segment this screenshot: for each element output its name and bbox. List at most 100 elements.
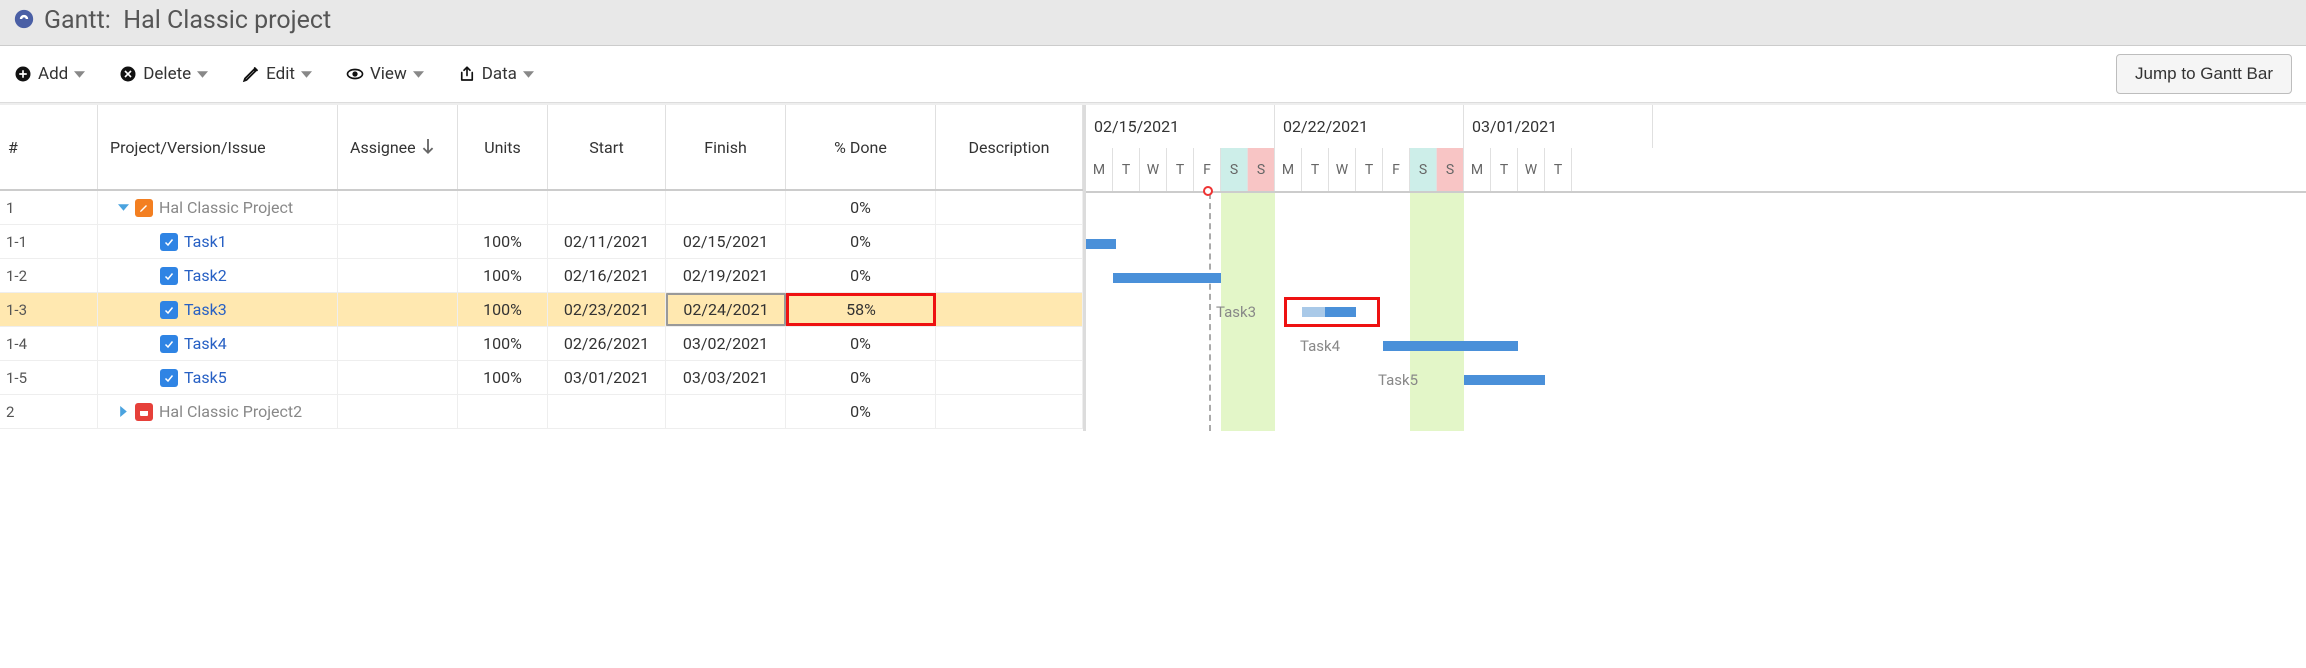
- page-title: Gantt: Hal Classic project: [44, 6, 331, 35]
- grid-row[interactable]: 1-1Task1100%02/11/202102/15/20210%: [0, 225, 1083, 259]
- row-units: 100%: [458, 327, 548, 360]
- caret-down-icon: [413, 69, 424, 80]
- row-done[interactable]: 0%: [786, 395, 936, 428]
- task-check-icon: [160, 233, 178, 251]
- col-header-units[interactable]: Units: [458, 105, 548, 189]
- row-done[interactable]: 0%: [786, 361, 936, 394]
- row-assignee: [338, 395, 458, 428]
- timeline-day: T: [1167, 148, 1194, 191]
- col-header-num[interactable]: #: [0, 105, 98, 189]
- chevron-down-icon[interactable]: [118, 202, 129, 213]
- row-finish[interactable]: 02/19/2021: [666, 259, 786, 292]
- title-prefix: Gantt:: [44, 6, 111, 35]
- row-start: [548, 395, 666, 428]
- row-finish[interactable]: 03/02/2021: [666, 327, 786, 360]
- grid-row[interactable]: 1-5Task5100%03/01/202103/03/20210%: [0, 361, 1083, 395]
- row-units: 100%: [458, 259, 548, 292]
- gantt-bar-label: Task4: [1300, 337, 1340, 355]
- row-finish[interactable]: 02/24/2021: [666, 293, 786, 326]
- timeline-day: T: [1545, 148, 1572, 191]
- edit-label: Edit: [266, 64, 295, 84]
- col-header-finish[interactable]: Finish: [666, 105, 786, 189]
- row-units: [458, 191, 548, 224]
- row-name-cell: Task5: [98, 361, 338, 394]
- row-finish[interactable]: 03/03/2021: [666, 361, 786, 394]
- timeline-day: S: [1221, 148, 1248, 191]
- grid-row[interactable]: 1-4Task4100%02/26/202103/02/20210%: [0, 327, 1083, 361]
- timeline-day: S: [1410, 148, 1437, 191]
- gantt-row: [1086, 193, 2306, 227]
- row-id: 1-5: [0, 361, 98, 394]
- gantt-bar[interactable]: [1113, 273, 1221, 283]
- data-button[interactable]: Data: [458, 64, 534, 84]
- timeline-day: M: [1086, 148, 1113, 191]
- gantt-bar-label: Task5: [1378, 371, 1418, 389]
- row-id: 2: [0, 395, 98, 428]
- timeline-day: T: [1356, 148, 1383, 191]
- edit-button[interactable]: Edit: [242, 64, 312, 84]
- row-assignee: [338, 259, 458, 292]
- project-label: Hal Classic Project2: [159, 402, 302, 421]
- grid-row[interactable]: 1-2Task2100%02/16/202102/19/20210%: [0, 259, 1083, 293]
- project-calendar-icon: [135, 403, 153, 421]
- task-link[interactable]: Task4: [184, 334, 227, 353]
- row-name-cell: Hal Classic Project: [98, 191, 338, 224]
- grid-body: 1Hal Classic Project0%1-1Task1100%02/11/…: [0, 191, 1083, 429]
- task-link[interactable]: Task5: [184, 368, 227, 387]
- chevron-right-icon[interactable]: [118, 406, 129, 417]
- view-label: View: [370, 64, 407, 84]
- row-name-cell: Task3: [98, 293, 338, 326]
- grid-row[interactable]: 2 Hal Classic Project2 0%: [0, 395, 1083, 429]
- row-finish[interactable]: 02/15/2021: [666, 225, 786, 258]
- col-header-done[interactable]: % Done: [786, 105, 936, 189]
- data-label: Data: [482, 64, 517, 84]
- row-done[interactable]: 0%: [786, 191, 936, 224]
- row-finish[interactable]: [666, 191, 786, 224]
- row-assignee: [338, 191, 458, 224]
- grid-row[interactable]: 1Hal Classic Project0%: [0, 191, 1083, 225]
- row-units: 100%: [458, 293, 548, 326]
- gantt-highlight-box: [1284, 297, 1380, 327]
- gantt-row: [1086, 397, 2306, 431]
- col-header-assignee[interactable]: Assignee: [338, 105, 458, 189]
- export-icon: [458, 65, 476, 83]
- row-finish[interactable]: [666, 395, 786, 428]
- row-start: 03/01/2021: [548, 361, 666, 394]
- gantt-body[interactable]: Task3Task4Task5: [1086, 193, 2306, 431]
- timeline-week: 02/22/2021: [1275, 105, 1464, 148]
- row-id: 1-2: [0, 259, 98, 292]
- caret-down-icon: [523, 69, 534, 80]
- gantt-bar[interactable]: [1383, 341, 1518, 351]
- timeline-day: W: [1140, 148, 1167, 191]
- gantt-bar[interactable]: [1086, 239, 1116, 249]
- add-button[interactable]: Add: [14, 64, 85, 84]
- task-link[interactable]: Task3: [184, 300, 227, 319]
- row-desc: [936, 191, 1083, 224]
- row-assignee: [338, 327, 458, 360]
- timeline-header: 02/15/202102/22/202103/01/2021 MTWTFSSMT…: [1086, 105, 2306, 193]
- delete-label: Delete: [143, 64, 191, 84]
- row-done[interactable]: 0%: [786, 225, 936, 258]
- jump-to-bar-button[interactable]: Jump to Gantt Bar: [2116, 54, 2292, 94]
- row-desc: [936, 327, 1083, 360]
- gantt-row: [1086, 261, 2306, 295]
- row-name-cell: Hal Classic Project2: [98, 395, 338, 428]
- sort-down-icon: [422, 139, 434, 155]
- task-check-icon: [160, 301, 178, 319]
- grid-row[interactable]: 1-3Task3100%02/23/202102/24/202158%: [0, 293, 1083, 327]
- row-done[interactable]: 58%: [786, 293, 936, 326]
- task-link[interactable]: Task1: [184, 232, 227, 251]
- today-line: [1209, 193, 1211, 431]
- delete-button[interactable]: Delete: [119, 64, 208, 84]
- col-header-desc[interactable]: Description: [936, 105, 1083, 189]
- col-header-name[interactable]: Project/Version/Issue: [98, 105, 338, 189]
- gantt-bar[interactable]: [1464, 375, 1545, 385]
- row-done[interactable]: 0%: [786, 259, 936, 292]
- pencil-icon: [242, 65, 260, 83]
- gantt-row: [1086, 329, 2306, 363]
- row-done[interactable]: 0%: [786, 327, 936, 360]
- col-header-start[interactable]: Start: [548, 105, 666, 189]
- timeline-week: 02/15/2021: [1086, 105, 1275, 148]
- view-button[interactable]: View: [346, 64, 424, 84]
- task-link[interactable]: Task2: [184, 266, 227, 285]
